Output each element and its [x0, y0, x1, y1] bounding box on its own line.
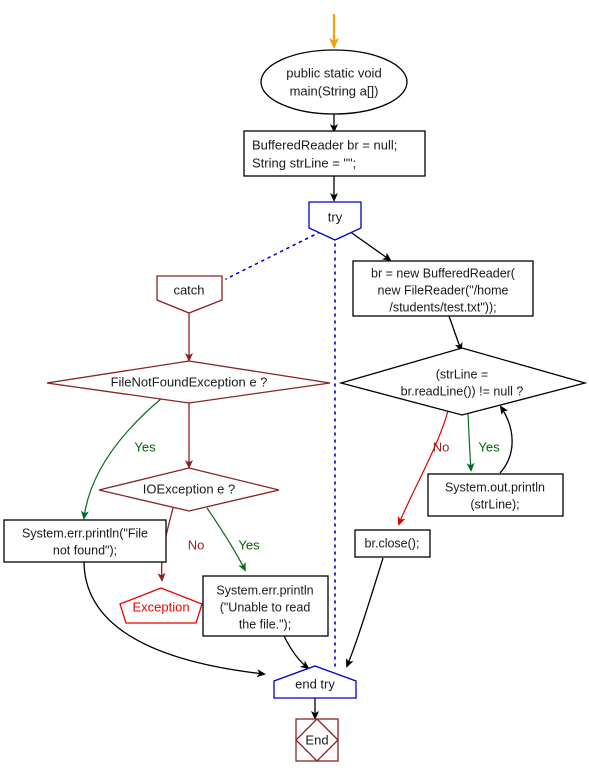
node-readline-line-1: (strLine = — [436, 367, 488, 381]
node-br-close[interactable]: br.close(); — [354, 529, 431, 558]
node-outprintln-line-2: (strLine); — [470, 497, 519, 511]
edge-label-readline-no: No — [433, 439, 450, 454]
node-new-reader-line-3: /students/test.txt")); — [389, 300, 496, 314]
node-declare[interactable]: BufferedReader br = null; String strLine… — [243, 130, 426, 177]
node-declare-line-1: BufferedReader br = null; — [252, 137, 397, 152]
node-main[interactable]: public static void main(String a[]) — [260, 49, 408, 115]
edge-label-fnf-yes: Yes — [134, 439, 156, 454]
node-new-reader[interactable]: br = new BufferedReader( new FileReader(… — [352, 260, 534, 317]
edge-label-readline-yes: Yes — [478, 439, 500, 454]
node-errfile-line-1: System.err.println("File — [22, 526, 148, 540]
edge-try-to-catch — [225, 231, 321, 280]
node-brclose-label: br.close(); — [365, 536, 420, 550]
node-io-decision[interactable]: IOException e ? — [98, 467, 280, 512]
edge-label-io-yes: Yes — [238, 537, 260, 552]
node-outprintln-line-1: System.out.println — [445, 480, 545, 494]
node-errunable-line-1: System.err.println — [216, 583, 313, 597]
edge-label-io-no: No — [188, 537, 205, 552]
edge-newreader-to-readline — [448, 315, 463, 352]
edge-try-to-newreader — [348, 230, 392, 262]
node-out-println[interactable]: System.out.println (strLine); — [427, 473, 564, 517]
node-end[interactable]: End — [295, 718, 339, 762]
node-try-label: try — [328, 209, 343, 224]
node-main-line-1: public static void — [286, 65, 381, 80]
flowchart-canvas: public static void main(String a[]) Buff… — [0, 0, 589, 777]
node-end-try[interactable]: end try — [273, 665, 357, 699]
node-exception[interactable]: Exception — [119, 587, 203, 624]
edge-errunable-to-endtry — [283, 635, 310, 670]
node-exception-label: Exception — [132, 599, 189, 614]
node-errunable-line-2: ("Unable to read — [220, 600, 311, 614]
node-end-label: End — [305, 732, 328, 747]
node-main-line-2: main(String a[]) — [290, 83, 379, 98]
node-fnf-decision[interactable]: FileNotFoundException e ? — [46, 360, 331, 404]
edge-outprintln-loopback — [499, 405, 513, 474]
node-errfile-line-2: not found"); — [53, 543, 117, 557]
node-new-reader-line-2: new FileReader("/home — [378, 283, 509, 297]
node-readline-line-2: br.readLine()) != null ? — [401, 384, 524, 398]
node-new-reader-line-1: br = new BufferedReader( — [371, 266, 516, 280]
node-declare-line-2: String strLine = ""; — [252, 155, 356, 170]
node-endtry-label: end try — [295, 676, 335, 691]
node-err-file-not-found[interactable]: System.err.println("File not found"); — [3, 519, 167, 563]
node-io-label: IOException e ? — [143, 481, 236, 496]
node-err-unable-read[interactable]: System.err.println ("Unable to read the … — [202, 575, 329, 637]
node-catch[interactable]: catch — [156, 275, 223, 314]
edge-brclose-to-endtry — [346, 557, 384, 668]
edge-readline-yes-to-outprintln — [466, 411, 475, 472]
node-fnf-label: FileNotFoundException e ? — [111, 374, 268, 389]
node-readline-decision[interactable]: (strLine = br.readLine()) != null ? — [338, 347, 588, 416]
flowchart-svg: public static void main(String a[]) Buff… — [3, 14, 588, 762]
node-catch-label: catch — [173, 282, 204, 297]
node-errunable-line-3: the file."); — [239, 617, 291, 631]
